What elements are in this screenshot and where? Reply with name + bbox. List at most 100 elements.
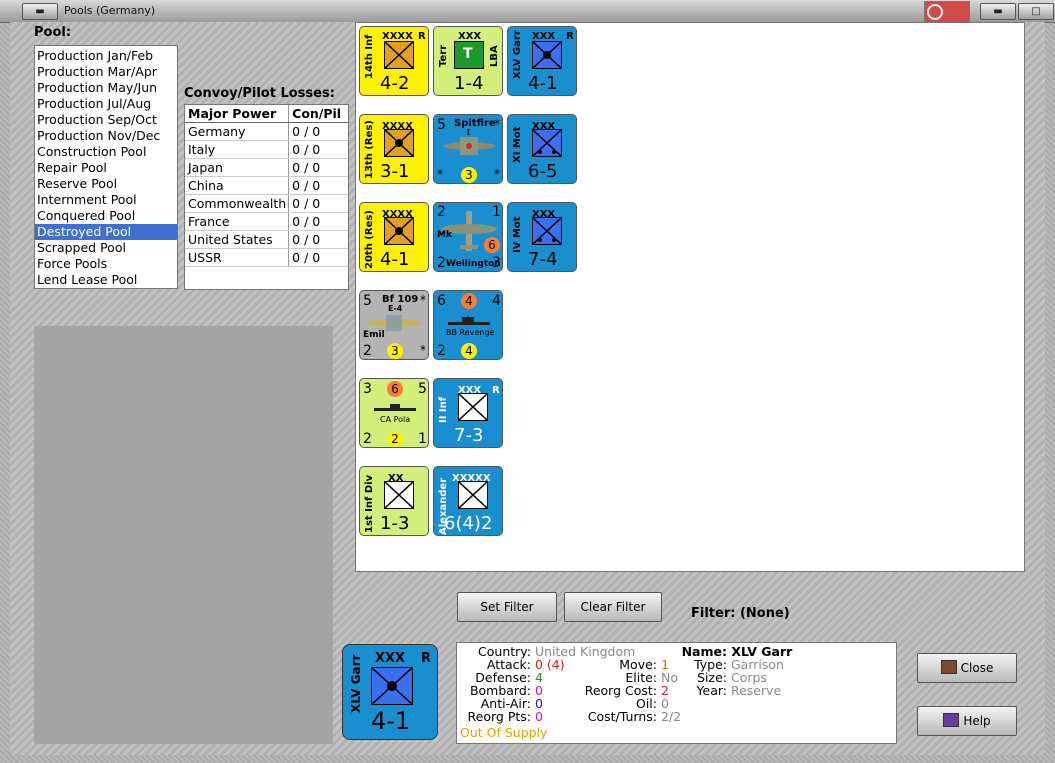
unit-counter-ii-inf[interactable]: II Inf XXX R 7-3 xyxy=(433,378,503,448)
table-row: USSR 0 / 0 xyxy=(185,249,348,267)
motorized-symbol-icon xyxy=(532,129,562,157)
unit-counter-14th-inf[interactable]: 14th Inf XXXX R 4-2 xyxy=(359,26,429,96)
unit-name: Terr xyxy=(438,44,449,67)
con-pil-value: 0 / 0 xyxy=(292,160,321,175)
hq-symbol-icon xyxy=(458,481,488,509)
pool-item-destroyed[interactable]: Destroyed Pool xyxy=(35,224,177,240)
pool-item-production-julaug[interactable]: Production Jul/Aug xyxy=(35,96,177,112)
supply-status: Out Of Supply xyxy=(460,725,548,740)
pool-item-production-janfeb[interactable]: Production Jan/Feb xyxy=(35,48,177,64)
motorized-symbol-icon xyxy=(532,217,562,245)
filter-value: (None) xyxy=(739,606,790,621)
filter-label: Filter: xyxy=(691,606,736,621)
selected-unit-counter: XLV Garr XXX R 4-1 xyxy=(342,644,438,740)
unit-counter-alexander[interactable]: Alexander XXXXX 6(4)2 xyxy=(433,466,503,536)
ship-defense-value: 4 xyxy=(492,293,501,309)
air-attack-value: 5 xyxy=(363,293,372,309)
cost-turns-value: 2/2 xyxy=(660,709,682,724)
ship-value: 1 xyxy=(418,431,427,447)
title-bar: ▬ Pools (Germany) ▬ □ xyxy=(0,0,1055,23)
ship-attack-value: 3 xyxy=(363,381,372,397)
unit-counter-13th-res[interactable]: 13th (Res) XXXX 3-1 xyxy=(359,114,429,184)
clear-filter-button[interactable]: Clear Filter xyxy=(564,592,662,622)
territorial-symbol-icon: T xyxy=(454,41,484,69)
unit-counter-20th-res[interactable]: 20th (Res) XXXX 4-1 xyxy=(359,202,429,272)
unit-name: II Inf xyxy=(438,396,449,423)
air-value: 2 xyxy=(363,343,372,359)
reserve-tag: R xyxy=(492,385,500,396)
pool-item-scrapped[interactable]: Scrapped Pool xyxy=(35,240,177,256)
column-header-major-power[interactable]: Major Power xyxy=(185,105,290,122)
ship-badge: 2 xyxy=(387,431,403,447)
ship-value: 2 xyxy=(363,431,372,447)
reserve-tag: R xyxy=(421,651,432,666)
pool-item-reserve[interactable]: Reserve Pool xyxy=(35,176,177,192)
pool-item-production-sepoct[interactable]: Production Sep/Oct xyxy=(35,112,177,128)
garrison-symbol-icon xyxy=(532,41,562,69)
power-name: USSR xyxy=(185,249,290,266)
battleship-icon xyxy=(448,315,490,325)
unit-counter-ca-pola[interactable]: 3 6 5 CA Pola 2 2 1 xyxy=(359,378,429,448)
range-badge: 6 xyxy=(484,237,500,253)
infantry-symbol-icon xyxy=(458,393,488,421)
destroyed-units-area[interactable]: 14th Inf XXXX R 4-2 Terr XXX T LBA 1-4 X… xyxy=(355,22,1025,572)
losses-table: Major Power Con/Pil Germany 0 / 0 Italy 0 … xyxy=(184,104,349,290)
power-name: Italy xyxy=(185,141,290,158)
unit-name: 14th Inf xyxy=(364,34,375,80)
maximize-button[interactable]: □ xyxy=(1018,3,1054,20)
pool-item-production-mayjun[interactable]: Production May/Jun xyxy=(35,80,177,96)
fighter-plane-icon xyxy=(443,137,495,155)
pool-item-force[interactable]: Force Pools xyxy=(35,256,177,272)
unit-counter-xlv-garr[interactable]: XLV Garr XXX R 4-1 xyxy=(507,26,577,96)
pool-label: Pool: xyxy=(34,25,72,40)
con-pil-value: 0 / 0 xyxy=(292,196,321,211)
minimize-button[interactable]: ▬ xyxy=(980,3,1016,20)
pool-item-conquered[interactable]: Conquered Pool xyxy=(35,208,177,224)
ship-attack-value: 6 xyxy=(437,293,446,309)
unit-counter-wellington[interactable]: 2 1 Mk 6 2 Wellington 3 xyxy=(433,202,503,272)
unit-counter-iv-mot[interactable]: IV Mot XXX 7-4 xyxy=(507,202,577,272)
con-pil-value: 0 / 0 xyxy=(292,178,321,193)
aircraft-variant: E-4 xyxy=(388,304,403,313)
unit-strength: 6(4)2 xyxy=(444,513,493,534)
ship-badge: 4 xyxy=(461,343,477,359)
system-menu-button[interactable]: ▬ xyxy=(22,3,58,20)
unit-strength: 7-4 xyxy=(528,249,558,270)
power-name: Commonwealth xyxy=(185,195,290,212)
help-button[interactable]: Help xyxy=(917,706,1017,736)
pool-item-construction[interactable]: Construction Pool xyxy=(35,144,177,160)
unit-counter-bb-revenge[interactable]: 6 4 4 BB Revenge 2 4 xyxy=(433,290,503,360)
unit-info-panel: Country: United Kingdom Attack: 0 (4) De… xyxy=(456,642,897,744)
filter-status: Filter: (None) xyxy=(691,606,790,621)
close-button[interactable]: Close xyxy=(917,653,1017,683)
pool-item-production-novdec[interactable]: Production Nov/Dec xyxy=(35,128,177,144)
reserve-tag: R xyxy=(566,31,574,42)
pool-item-lend-lease[interactable]: Lend Lease Pool xyxy=(35,272,177,288)
aircraft-mark: Mk xyxy=(437,230,452,240)
german-flag-icon xyxy=(924,1,970,23)
air-value: 2 xyxy=(437,255,446,271)
con-pil-value: 0 / 0 xyxy=(292,232,321,247)
unit-name: XLV Garr xyxy=(512,30,523,79)
column-header-con-pil[interactable]: Con/Pil xyxy=(289,105,348,122)
unit-counter-xi-mot[interactable]: XI Mot XXX 6-5 xyxy=(507,114,577,184)
air-value: 3 xyxy=(492,255,501,271)
unit-counter-spitfire[interactable]: 5 Spitfire I * * 3 * xyxy=(433,114,503,184)
unit-name: 20th (Res) xyxy=(364,210,375,269)
table-row: Commonwealth 0 / 0 xyxy=(185,195,348,213)
pool-item-repair[interactable]: Repair Pool xyxy=(35,160,177,176)
pool-item-production-marapr[interactable]: Production Mar/Apr xyxy=(35,64,177,80)
air-marker: * xyxy=(420,293,426,307)
unit-counter-terr[interactable]: Terr XXX T LBA 1-4 xyxy=(433,26,503,96)
power-name: France xyxy=(185,213,290,230)
pool-item-internment[interactable]: Internment Pool xyxy=(35,192,177,208)
infantry-symbol-icon xyxy=(384,41,414,69)
reorg-pts-value: 0 xyxy=(534,709,543,724)
pool-list[interactable]: Production Jan/Feb Production Mar/Apr Pr… xyxy=(34,45,178,289)
unit-counter-bf109[interactable]: 5 Bf 109 E-4 * Emil 2 3 * xyxy=(359,290,429,360)
unit-counter-1st-inf-div[interactable]: 1st Inf Div XX 1-3 xyxy=(359,466,429,536)
unit-name: 13th (Res) xyxy=(364,120,375,179)
ship-badge: 6 xyxy=(387,381,403,397)
set-filter-button[interactable]: Set Filter xyxy=(457,592,557,622)
unit-strength: 4-1 xyxy=(371,707,411,735)
